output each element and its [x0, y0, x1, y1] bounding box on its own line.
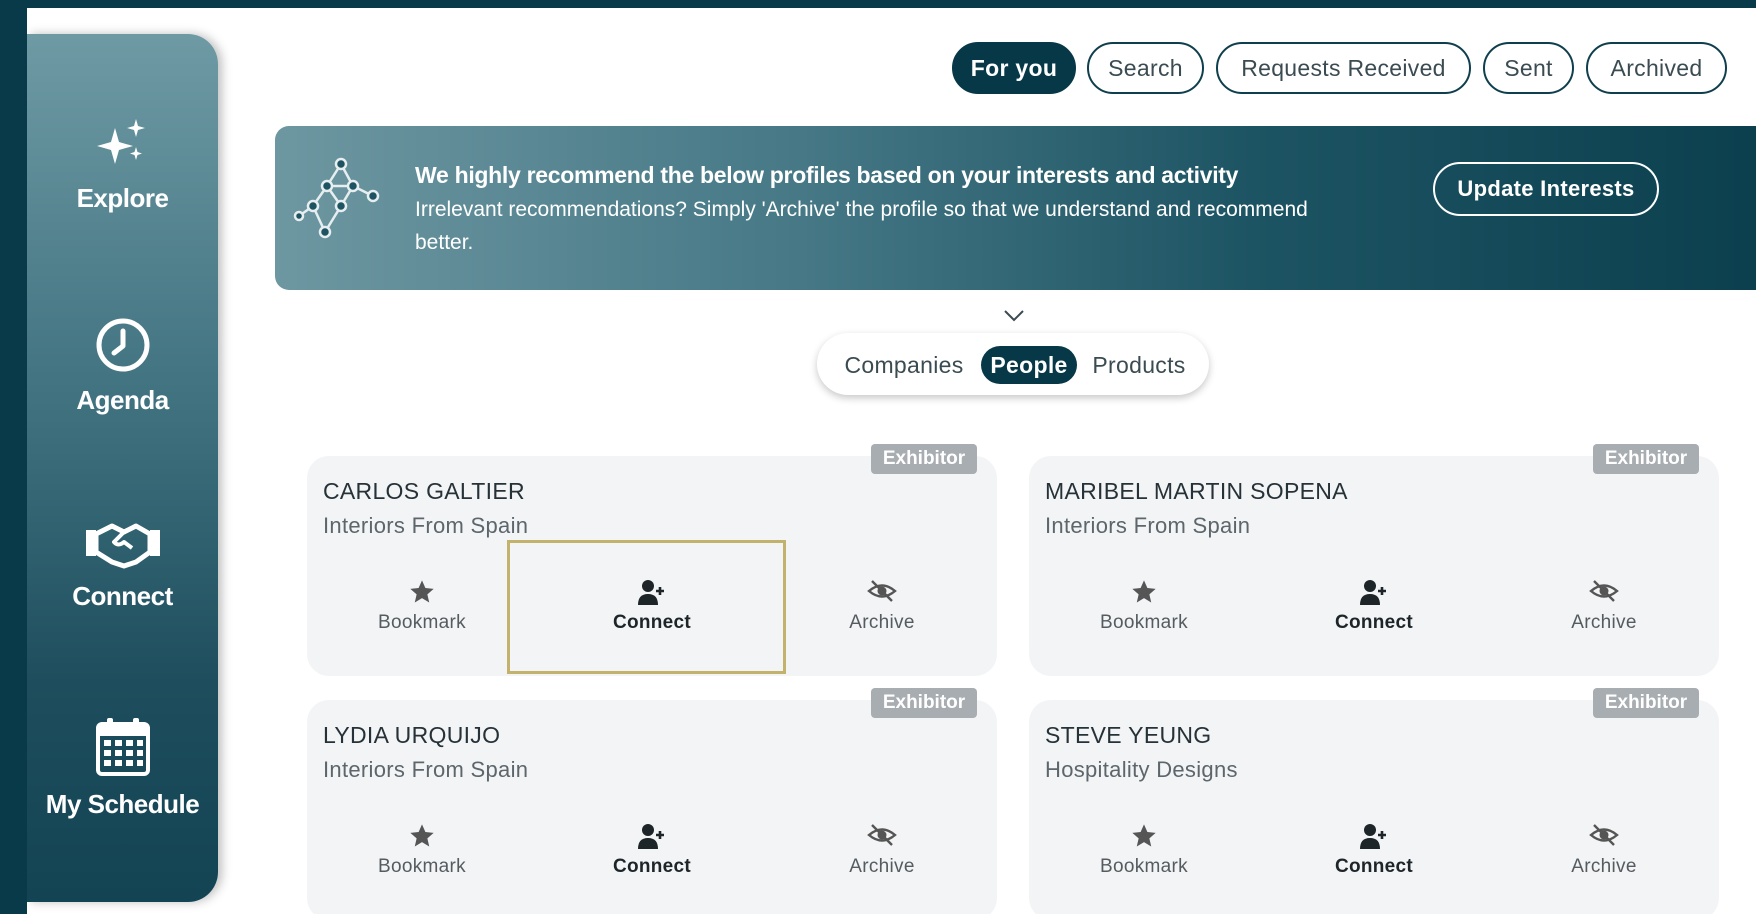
bookmark-button[interactable]: Bookmark — [307, 578, 537, 634]
tab-sent[interactable]: Sent — [1483, 42, 1574, 94]
segment-people[interactable]: People — [981, 346, 1077, 384]
recommendation-banner: We highly recommend the below profiles b… — [275, 126, 1756, 290]
sidebar-item-agenda[interactable]: Agenda — [27, 316, 218, 416]
segment-companies[interactable]: Companies — [829, 346, 979, 384]
bookmark-button[interactable]: Bookmark — [1029, 578, 1259, 634]
add-user-icon — [537, 578, 767, 608]
profile-name: CARLOS GALTIER — [323, 478, 525, 504]
bookmark-button[interactable]: Bookmark — [1029, 822, 1259, 878]
banner-title: We highly recommend the below profiles b… — [415, 162, 1239, 188]
profile-card: Exhibitor CARLOS GALTIER Interiors From … — [307, 444, 997, 676]
archive-button[interactable]: Archive — [767, 822, 997, 878]
profile-company: Interiors From Spain — [323, 513, 529, 538]
tab-requests-received[interactable]: Requests Received — [1216, 42, 1471, 94]
sidebar-item-explore[interactable]: Explore — [27, 116, 218, 214]
archive-button[interactable]: Archive — [767, 578, 997, 634]
page: Explore Agenda Connect My Schedule For y… — [27, 8, 1756, 914]
connect-button[interactable]: Connect — [537, 822, 767, 878]
profile-name: STEVE YEUNG — [1045, 722, 1212, 748]
eye-slash-icon — [1489, 578, 1719, 608]
profile-company: Hospitality Designs — [1045, 757, 1238, 782]
exhibitor-badge: Exhibitor — [871, 688, 977, 718]
exhibitor-badge: Exhibitor — [1593, 444, 1699, 474]
sidebar-item-connect[interactable]: Connect — [27, 518, 218, 612]
network-icon — [293, 156, 381, 249]
category-segmented-control: Companies People Products — [817, 333, 1209, 395]
eye-slash-icon — [1489, 822, 1719, 852]
star-icon — [1029, 822, 1259, 852]
connect-button[interactable]: Connect — [537, 578, 767, 634]
bookmark-button[interactable]: Bookmark — [307, 822, 537, 878]
profile-company: Interiors From Spain — [323, 757, 529, 782]
profile-name: MARIBEL MARTIN SOPENA — [1045, 478, 1348, 504]
eye-slash-icon — [767, 822, 997, 852]
profile-card: Exhibitor STEVE YEUNG Hospitality Design… — [1029, 688, 1719, 914]
tab-search[interactable]: Search — [1087, 42, 1204, 94]
profile-card: Exhibitor MARIBEL MARTIN SOPENA Interior… — [1029, 444, 1719, 676]
calendar-icon — [27, 716, 218, 783]
tab-for-you[interactable]: For you — [952, 42, 1076, 94]
add-user-icon — [537, 822, 767, 852]
clock-icon — [27, 316, 218, 379]
eye-slash-icon — [767, 578, 997, 608]
update-interests-button[interactable]: Update Interests — [1433, 162, 1659, 216]
connect-button[interactable]: Connect — [1259, 822, 1489, 878]
star-icon — [307, 578, 537, 608]
exhibitor-badge: Exhibitor — [871, 444, 977, 474]
connect-button[interactable]: Connect — [1259, 578, 1489, 634]
star-icon — [1029, 578, 1259, 608]
banner-text: Irrelevant recommendations? Simply 'Arch… — [415, 198, 1308, 254]
profile-name: LYDIA URQUIJO — [323, 722, 501, 748]
sidebar-item-label: Explore — [76, 183, 169, 213]
profile-card: Exhibitor LYDIA URQUIJO Interiors From S… — [307, 688, 997, 914]
archive-button[interactable]: Archive — [1489, 578, 1719, 634]
handshake-icon — [27, 518, 218, 575]
sidebar-item-my-schedule[interactable]: My Schedule — [27, 716, 218, 820]
star-icon — [307, 822, 537, 852]
segment-products[interactable]: Products — [1081, 346, 1197, 384]
sidebar-item-label: My Schedule — [45, 789, 200, 819]
sparkles-icon — [27, 116, 218, 177]
chevron-down-icon[interactable] — [1002, 308, 1026, 329]
tab-archived[interactable]: Archived — [1586, 42, 1727, 94]
exhibitor-badge: Exhibitor — [1593, 688, 1699, 718]
add-user-icon — [1259, 822, 1489, 852]
sidebar-item-label: Connect — [72, 581, 173, 611]
sidebar-item-label: Agenda — [76, 385, 169, 415]
add-user-icon — [1259, 578, 1489, 608]
profile-company: Interiors From Spain — [1045, 513, 1251, 538]
sidebar: Explore Agenda Connect My Schedule — [27, 34, 218, 902]
archive-button[interactable]: Archive — [1489, 822, 1719, 878]
